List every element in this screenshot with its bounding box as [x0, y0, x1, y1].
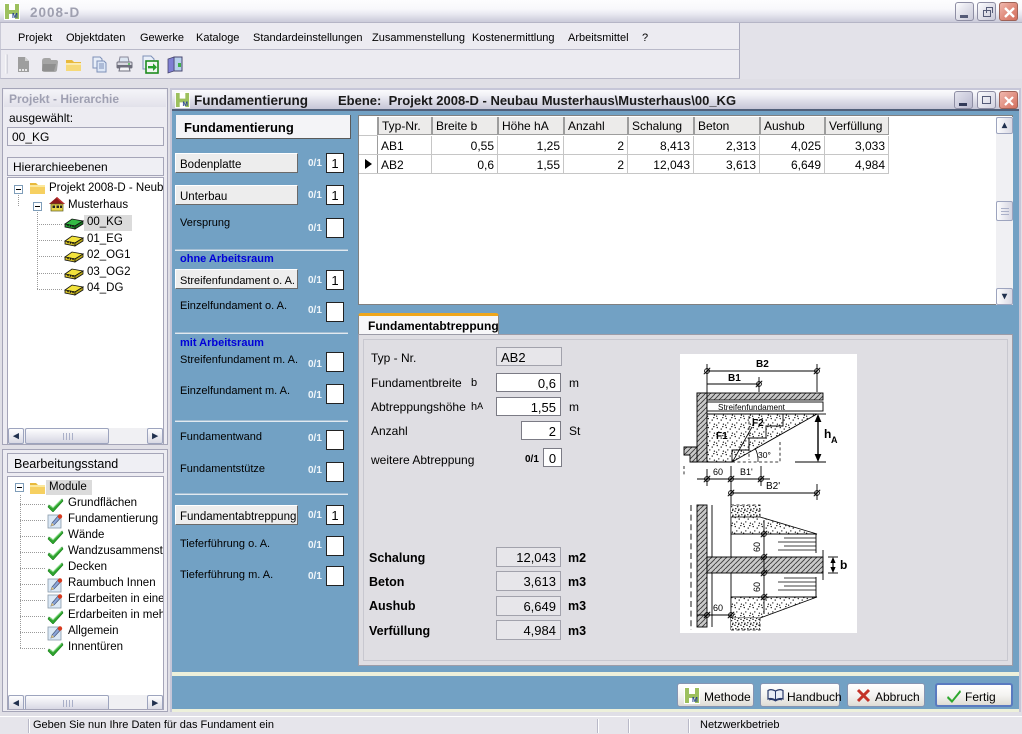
svg-text:B2: B2	[756, 359, 769, 370]
svg-text:M: M	[183, 101, 189, 108]
svg-text:60: 60	[713, 603, 723, 613]
svg-text:b: b	[840, 558, 847, 572]
svg-text:60: 60	[752, 542, 762, 552]
svg-text:60: 60	[752, 582, 762, 592]
svg-text:M: M	[12, 13, 18, 20]
svg-text:A: A	[831, 435, 838, 445]
svg-text:B1: B1	[728, 373, 741, 384]
svg-text:B1': B1'	[740, 467, 753, 477]
svg-text:60: 60	[713, 467, 723, 477]
svg-text:F1: F1	[716, 431, 728, 442]
svg-text:Streifenfundament: Streifenfundament	[718, 403, 786, 412]
svg-text:F2: F2	[752, 418, 764, 429]
svg-text:30°: 30°	[758, 450, 771, 460]
svg-text:M: M	[692, 697, 698, 704]
svg-text:B2': B2'	[766, 481, 780, 492]
